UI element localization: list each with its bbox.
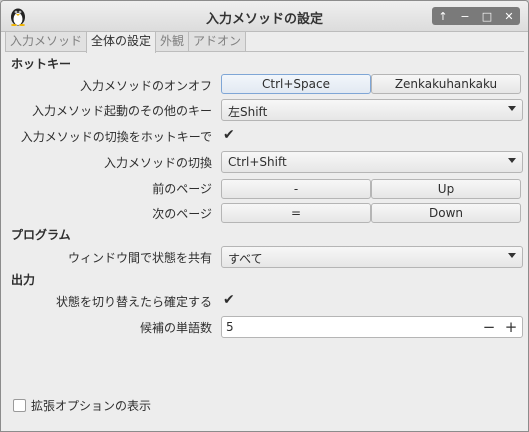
- dropdown-arrow-icon: [508, 158, 516, 163]
- next-page-label: 次のページ: [152, 207, 212, 221]
- share-state-select[interactable]: すべて: [221, 246, 523, 268]
- increment-button[interactable]: +: [500, 317, 522, 337]
- dropdown-arrow-icon: [508, 253, 516, 258]
- candidates-value[interactable]: 5: [226, 320, 234, 334]
- tab-global-config[interactable]: 全体の設定: [86, 31, 157, 53]
- hotkey-switch-checkbox[interactable]: ✔: [223, 128, 237, 142]
- advanced-options-checkbox[interactable]: [13, 399, 26, 412]
- next-key2-button[interactable]: Down: [371, 203, 521, 223]
- window-controls: ↑ − □ ✕: [432, 7, 520, 25]
- prev-key2-button[interactable]: Up: [371, 179, 521, 199]
- extra-key-select[interactable]: 左Shift: [221, 99, 523, 121]
- global-config-panel: ホットキー 入力メソッドのオンオフ Ctrl+Space Zenkakuhank…: [5, 51, 524, 428]
- prev-key1-button[interactable]: -: [221, 179, 371, 199]
- decrement-button[interactable]: −: [478, 317, 500, 337]
- commit-label: 状態を切り替えたら確定する: [55, 295, 212, 309]
- keep-above-button[interactable]: ↑: [432, 7, 454, 25]
- candidates-label: 候補の単語数: [139, 321, 212, 335]
- switch-im-label: 入力メソッドの切換: [103, 156, 212, 170]
- switch-im-select[interactable]: Ctrl+Shift: [221, 151, 523, 173]
- tab-bar: 入力メソッド 全体の設定 外観 アドオン: [5, 31, 247, 53]
- share-state-label: ウィンドウ間で状態を共有: [67, 251, 212, 265]
- next-key1-button[interactable]: =: [221, 203, 371, 223]
- minimize-button[interactable]: −: [454, 7, 476, 25]
- settings-window: 入力メソッドの設定 ↑ − □ ✕ 入力メソッド 全体の設定 外観 アドオン ホ…: [0, 0, 529, 432]
- dropdown-arrow-icon: [508, 106, 516, 111]
- title-bar[interactable]: 入力メソッドの設定 ↑ − □ ✕: [1, 1, 528, 32]
- section-title-hotkey: ホットキー: [11, 57, 72, 71]
- switch-im-value: Ctrl+Shift: [228, 155, 287, 169]
- tab-input-method[interactable]: 入力メソッド: [5, 31, 88, 51]
- advanced-options-label[interactable]: 拡張オプションの表示: [31, 397, 151, 414]
- share-state-value: すべて: [228, 252, 263, 266]
- section-title-output: 出力: [11, 273, 36, 287]
- toggle-im-label: 入力メソッドのオンオフ: [79, 79, 212, 93]
- prev-page-label: 前のページ: [152, 182, 212, 196]
- toggle-key1-button[interactable]: Ctrl+Space: [221, 74, 371, 94]
- close-button[interactable]: ✕: [498, 7, 520, 25]
- extra-key-label: 入力メソッド起動のその他のキー: [31, 104, 212, 118]
- tab-addons[interactable]: アドオン: [188, 31, 247, 51]
- tab-appearance[interactable]: 外観: [155, 31, 190, 51]
- maximize-button[interactable]: □: [476, 7, 498, 25]
- candidates-stepper[interactable]: 5 − +: [221, 316, 523, 338]
- extra-key-value: 左Shift: [228, 105, 268, 119]
- section-title-program: プログラム: [11, 228, 71, 242]
- commit-checkbox[interactable]: ✔: [223, 293, 237, 307]
- hotkey-switch-label: 入力メソッドの切換をホットキーで: [20, 130, 212, 144]
- toggle-key2-button[interactable]: Zenkakuhankaku: [371, 74, 521, 94]
